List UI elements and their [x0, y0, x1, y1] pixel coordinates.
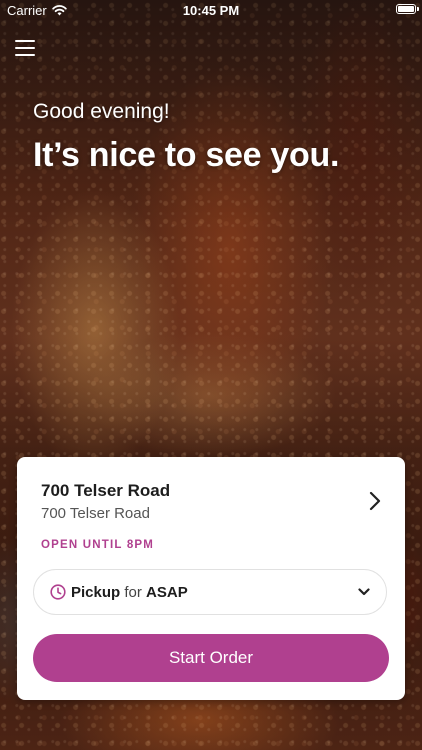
order-mode-select[interactable]: Pickup for ASAP — [33, 569, 387, 615]
status-time: 10:45 PM — [182, 3, 240, 18]
menu-icon-bar — [15, 40, 35, 42]
status-bar: Carrier 10:45 PM — [0, 0, 422, 22]
location-card: 700 Telser Road 700 Telser Road OPEN UNT… — [17, 457, 405, 700]
location-address: 700 Telser Road — [41, 505, 150, 522]
order-mode-connector: for — [124, 584, 142, 601]
status-right — [396, 4, 419, 14]
chevron-right-icon[interactable] — [369, 491, 381, 511]
order-mode-label: Pickup — [71, 584, 121, 601]
greeting-text: Good evening! — [33, 100, 170, 123]
menu-icon-bar — [15, 54, 35, 56]
menu-icon[interactable] — [15, 40, 35, 56]
start-order-button[interactable]: Start Order — [33, 634, 389, 682]
menu-icon-bar — [15, 47, 35, 49]
battery-icon — [396, 4, 419, 14]
open-status-badge: OPEN UNTIL 8PM — [41, 539, 155, 551]
chevron-down-icon — [358, 588, 370, 596]
headline-text: It’s nice to see you. — [33, 136, 340, 174]
order-time-label: ASAP — [146, 584, 188, 601]
order-mode-text: Pickup for ASAP — [71, 584, 188, 601]
location-name: 700 Telser Road — [41, 481, 171, 500]
clock-icon — [50, 584, 66, 600]
